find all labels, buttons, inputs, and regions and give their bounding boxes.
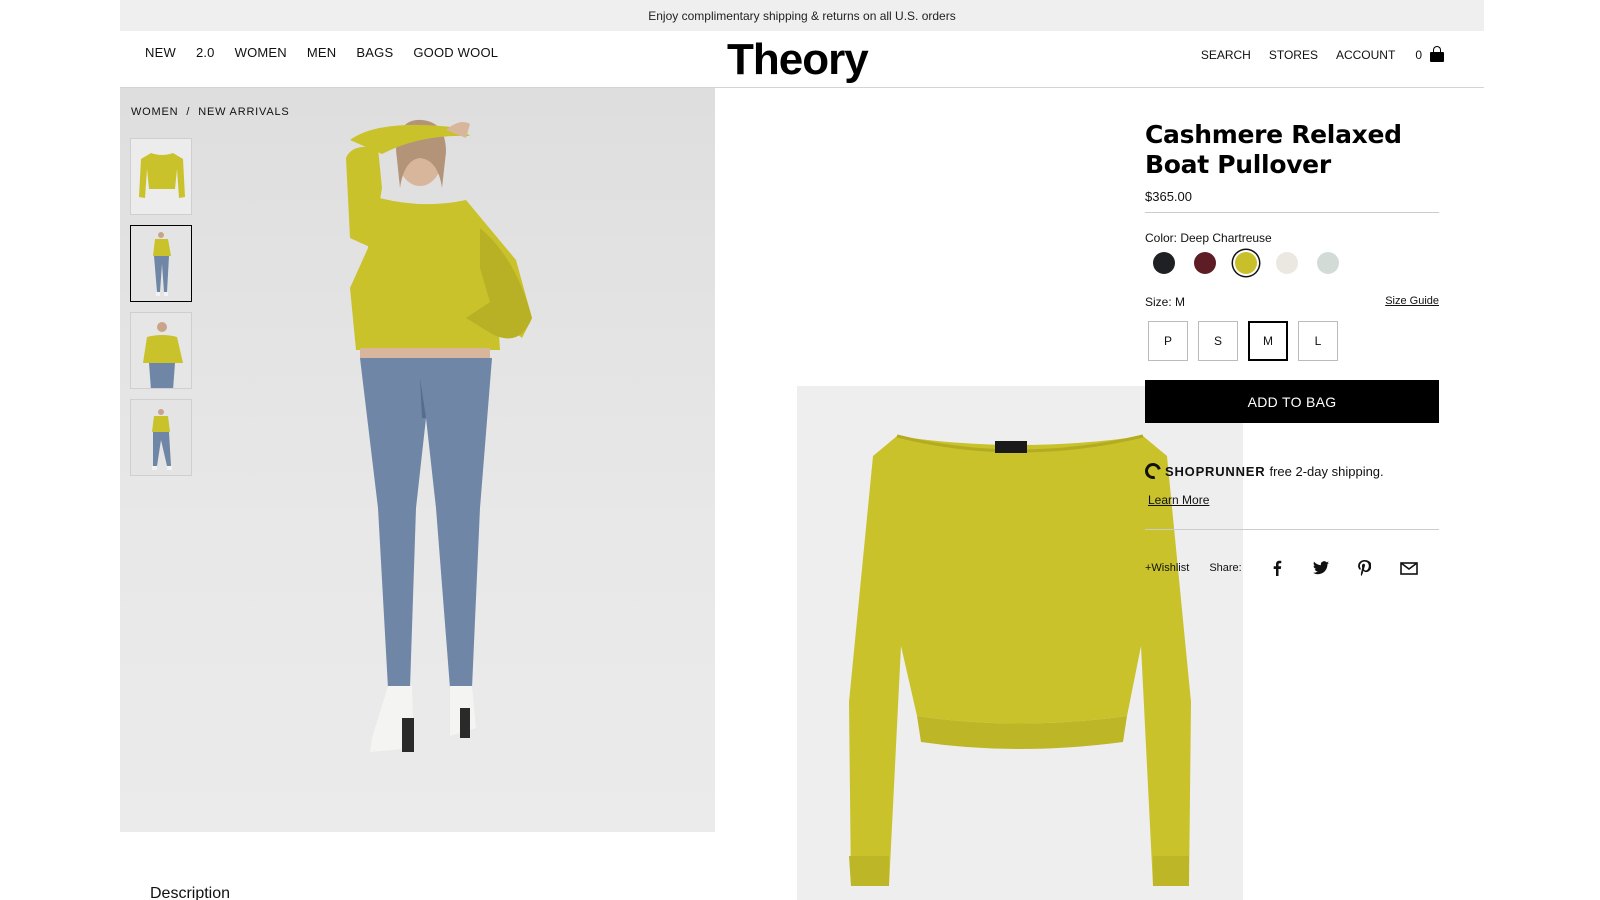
color-label: Color: Deep Chartreuse — [1145, 231, 1272, 245]
bag-button[interactable]: 0 — [1415, 45, 1444, 62]
product-info: Cashmere Relaxed Boat Pullover $365.00 C… — [1142, 120, 1439, 577]
bag-count: 0 — [1415, 48, 1422, 62]
learn-more-link[interactable]: Learn More — [1148, 493, 1209, 507]
product-price: $365.00 — [1145, 189, 1439, 213]
pinterest-icon[interactable] — [1356, 559, 1374, 577]
thumbnail-3[interactable] — [130, 312, 192, 389]
size-options: P S M L — [1148, 321, 1439, 361]
nav-2-0[interactable]: 2.0 — [196, 45, 215, 60]
size-row: Size: M Size Guide — [1145, 295, 1439, 309]
size-label: Size: M — [1145, 295, 1186, 309]
color-swatches — [1153, 252, 1439, 274]
size-l-button[interactable]: L — [1298, 321, 1338, 361]
swatch-black[interactable] — [1153, 252, 1175, 274]
breadcrumb: WOMEN / NEW ARRIVALS — [131, 106, 290, 118]
main-product-image[interactable]: WOMEN / NEW ARRIVALS — [120, 88, 715, 832]
account-link[interactable]: ACCOUNT — [1336, 48, 1395, 62]
breadcrumb-separator: / — [186, 106, 191, 118]
site-logo[interactable]: Theory — [727, 35, 869, 85]
stores-link[interactable]: STORES — [1269, 48, 1318, 62]
divider — [1145, 529, 1439, 530]
site-header: NEW 2.0 WOMEN MEN BAGS GOOD WOOL Theory … — [120, 31, 1484, 88]
model-closeup-thumb-image — [131, 313, 191, 388]
nav-women[interactable]: WOMEN — [235, 45, 287, 60]
shoprunner-text: free 2-day shipping. — [1269, 463, 1384, 479]
thumbnail-2[interactable] — [130, 225, 192, 302]
swatch-deep-chartreuse[interactable] — [1235, 252, 1257, 274]
promo-text: Enjoy complimentary shipping & returns o… — [648, 8, 956, 23]
wishlist-link[interactable]: +Wishlist — [1145, 562, 1189, 574]
shoprunner-brand: SHOPRUNNER — [1165, 463, 1266, 479]
description-heading[interactable]: Description — [150, 885, 230, 900]
breadcrumb-new-arrivals[interactable]: NEW ARRIVALS — [198, 106, 289, 118]
facebook-icon[interactable] — [1268, 559, 1286, 577]
nav-good-wool[interactable]: GOOD WOOL — [413, 45, 498, 60]
thumbnail-1[interactable] — [130, 138, 192, 215]
breadcrumb-women[interactable]: WOMEN — [131, 106, 178, 118]
size-s-button[interactable]: S — [1198, 321, 1238, 361]
size-p-button[interactable]: P — [1148, 321, 1188, 361]
thumbnail-4[interactable] — [130, 399, 192, 476]
shoprunner-logo-icon — [1142, 460, 1164, 482]
search-link[interactable]: SEARCH — [1201, 48, 1251, 62]
swatch-sage[interactable] — [1317, 252, 1339, 274]
model-full-thumb-image — [131, 226, 191, 301]
sweater-flat-thumb-image — [131, 139, 191, 214]
model-image — [346, 119, 532, 752]
model-pose-thumb-image — [131, 400, 191, 475]
promo-banner: Enjoy complimentary shipping & returns o… — [120, 0, 1484, 31]
email-icon[interactable] — [1399, 559, 1418, 577]
product-title: Cashmere Relaxed Boat Pullover — [1145, 120, 1402, 179]
twitter-icon[interactable] — [1312, 559, 1330, 577]
nav-new[interactable]: NEW — [145, 45, 176, 60]
nav-bags[interactable]: BAGS — [356, 45, 393, 60]
social-share — [1268, 559, 1418, 577]
nav-men[interactable]: MEN — [307, 45, 337, 60]
shopping-bag-icon — [1430, 45, 1444, 62]
size-m-button[interactable]: M — [1248, 321, 1288, 361]
utility-nav: SEARCH STORES ACCOUNT 0 — [1201, 45, 1444, 62]
page: Enjoy complimentary shipping & returns o… — [120, 0, 1484, 900]
size-guide-link[interactable]: Size Guide — [1385, 295, 1439, 309]
thumbnail-list — [130, 138, 192, 476]
swatch-ivory[interactable] — [1276, 252, 1298, 274]
share-label: Share: — [1209, 562, 1242, 574]
main-nav: NEW 2.0 WOMEN MEN BAGS GOOD WOOL — [145, 45, 498, 60]
swatch-burgundy[interactable] — [1194, 252, 1216, 274]
add-to-bag-button[interactable]: ADD TO BAG — [1145, 380, 1439, 423]
share-row: +Wishlist Share: — [1145, 559, 1439, 577]
shoprunner-promo: SHOPRUNNER free 2-day shipping. — [1142, 460, 1439, 482]
